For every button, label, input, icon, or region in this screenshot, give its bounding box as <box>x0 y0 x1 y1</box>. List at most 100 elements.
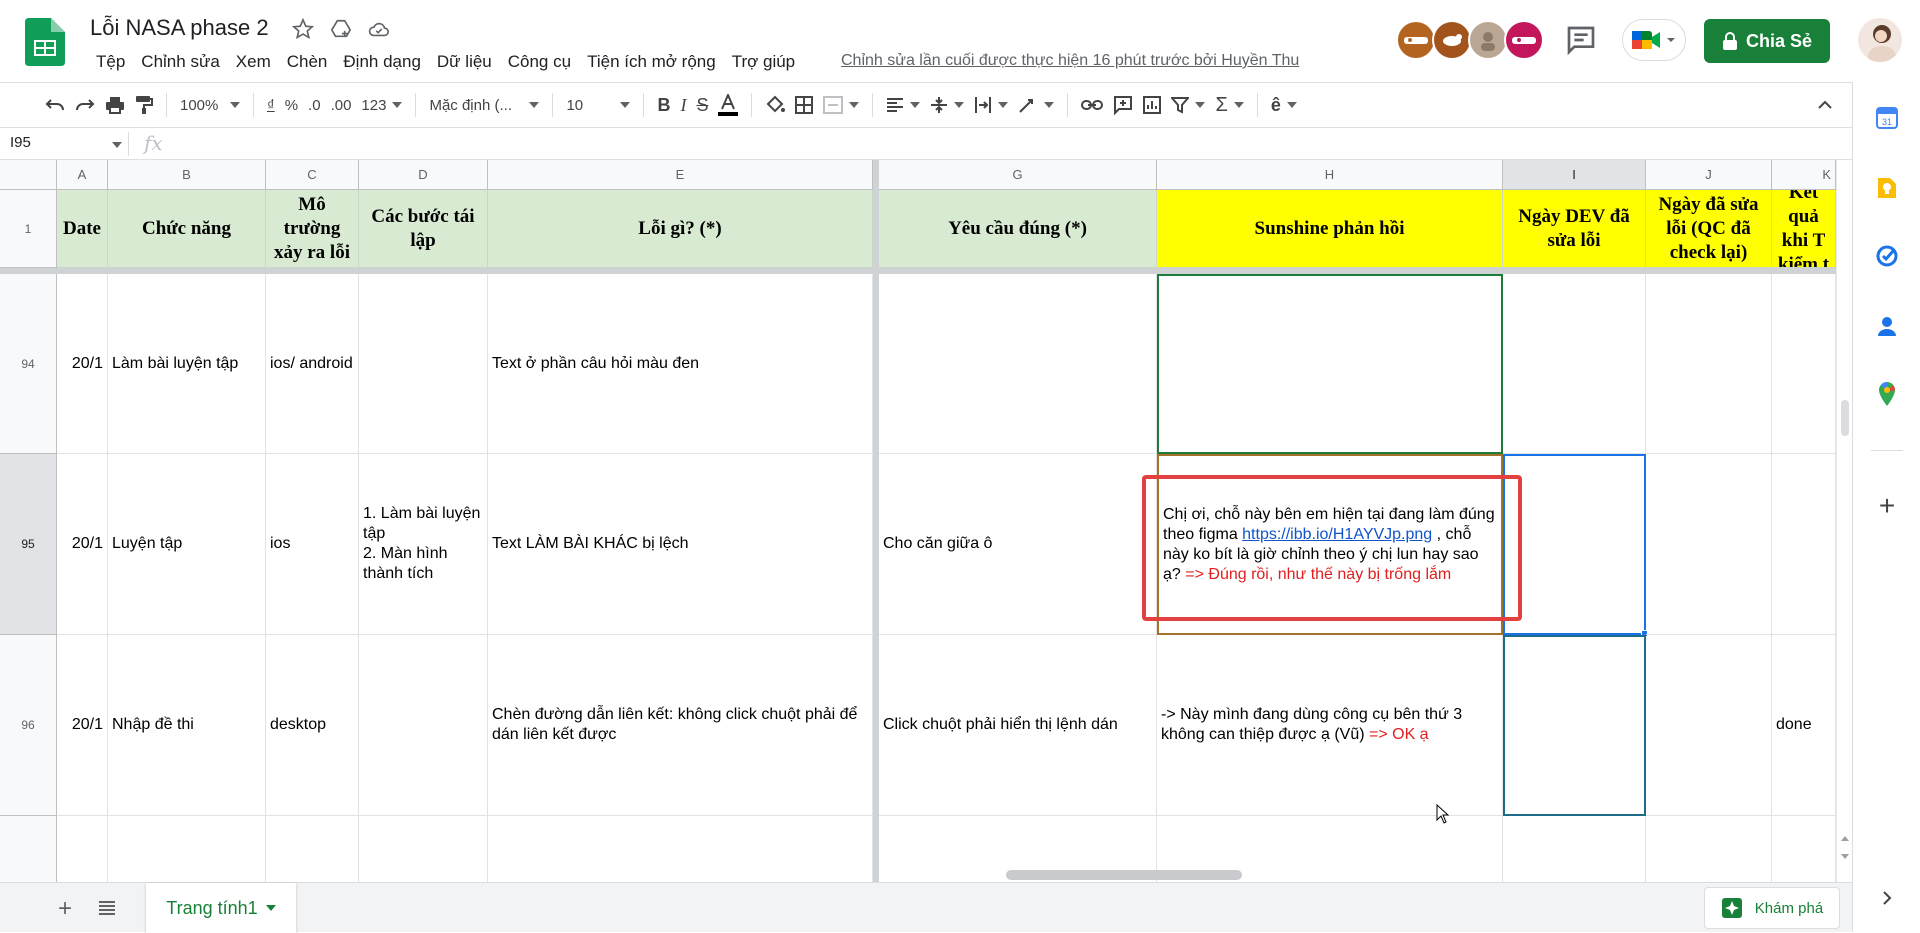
cell-b94[interactable]: Làm bài luyện tập <box>108 274 266 454</box>
insert-link-icon[interactable] <box>1076 89 1108 121</box>
cell-b97[interactable] <box>108 816 266 882</box>
header-feature[interactable]: Chức năng <box>108 190 266 268</box>
scroll-up-arrow[interactable] <box>1841 832 1849 841</box>
chevron-down-icon[interactable] <box>112 142 122 153</box>
cell-g96[interactable]: Click chuột phải hiển thị lệnh dán <box>879 635 1157 816</box>
italic-icon[interactable]: I <box>675 89 691 121</box>
horizontal-scroll-thumb[interactable] <box>1006 870 1242 880</box>
cell-k97[interactable] <box>1772 816 1836 882</box>
avatar[interactable] <box>1468 20 1508 60</box>
column-header-h[interactable]: H <box>1157 160 1503 190</box>
vertical-scroll-thumb[interactable] <box>1841 400 1849 436</box>
column-header-d[interactable]: D <box>359 160 488 190</box>
avatar[interactable] <box>1504 20 1544 60</box>
cell-a97[interactable] <box>57 816 108 882</box>
borders-icon[interactable] <box>790 89 818 121</box>
row-header-97[interactable] <box>0 816 57 882</box>
cell-k94[interactable] <box>1772 274 1836 454</box>
row-header-1[interactable]: 1 <box>0 190 57 268</box>
menu-format[interactable]: Định dạng <box>335 50 429 74</box>
share-button[interactable]: Chia Sẻ <box>1704 19 1830 63</box>
cell-j94[interactable] <box>1646 274 1772 454</box>
header-bug[interactable]: Lỗi gì? (*) <box>488 190 873 268</box>
header-environment[interactable]: Mô trường xảy ra lỗi <box>266 190 359 268</box>
filter-icon[interactable] <box>1166 89 1210 121</box>
column-header-g[interactable]: G <box>879 160 1157 190</box>
cell-d96[interactable] <box>359 635 488 816</box>
all-sheets-icon[interactable] <box>98 900 116 916</box>
cell-a95[interactable]: 20/1 <box>57 454 108 635</box>
cell-c97[interactable] <box>266 816 359 882</box>
insert-chart-icon[interactable] <box>1138 89 1166 121</box>
cell-g95[interactable]: Cho căn giữa ô <box>879 454 1157 635</box>
name-box[interactable]: I95 <box>10 134 31 151</box>
decrease-decimal-button[interactable]: .0 <box>303 89 326 121</box>
paint-format-icon[interactable] <box>130 89 158 121</box>
document-title[interactable]: Lỗi NASA phase 2 <box>90 15 269 41</box>
cell-d94[interactable] <box>359 274 488 454</box>
column-header-b[interactable]: B <box>108 160 266 190</box>
cell-i96[interactable] <box>1503 635 1646 816</box>
redo-icon[interactable] <box>70 89 100 121</box>
font-select[interactable]: Mặc định (... <box>424 89 544 121</box>
header-qc-checked-date[interactable]: Ngày đã sửa lỗi (QC đã check lại) <box>1646 190 1772 268</box>
column-header-i[interactable]: I <box>1503 160 1646 190</box>
increase-decimal-button[interactable]: .00 <box>326 89 357 121</box>
keep-icon[interactable] <box>1873 174 1901 202</box>
cloud-status-icon[interactable] <box>366 16 392 42</box>
text-color-icon[interactable] <box>713 89 743 121</box>
add-addon-icon[interactable]: + <box>1873 490 1901 521</box>
cell-h96[interactable]: -> Này mình đang dùng công cụ bên thứ 3 … <box>1157 635 1503 816</box>
sheet-tab[interactable]: Trang tính1 <box>146 883 296 933</box>
contacts-icon[interactable] <box>1873 312 1901 340</box>
header-steps[interactable]: Các bước tái lập <box>359 190 488 268</box>
menu-tools[interactable]: Công cụ <box>500 50 579 74</box>
vertical-scrollbar[interactable] <box>1836 160 1852 882</box>
row-header-94[interactable]: 94 <box>0 274 57 454</box>
cell-b95[interactable]: Luyện tập <box>108 454 266 635</box>
cell-a96[interactable]: 20/1 <box>57 635 108 816</box>
meet-button[interactable] <box>1622 19 1686 61</box>
tasks-icon[interactable] <box>1873 242 1901 270</box>
menu-help[interactable]: Trợ giúp <box>724 50 803 74</box>
spreadsheet-grid[interactable]: A B C D E G H I J K 1 Date Chức năng Mô … <box>0 160 1836 882</box>
cell-i94[interactable] <box>1503 274 1646 454</box>
cell-e97[interactable] <box>488 816 873 882</box>
column-header-e[interactable]: E <box>488 160 873 190</box>
cell-c95[interactable]: ios <box>266 454 359 635</box>
avatar[interactable] <box>1432 20 1472 60</box>
cell-e96[interactable]: Chèn đường dẫn liên kết: không click chu… <box>488 635 873 816</box>
cell-i97[interactable] <box>1503 816 1646 882</box>
menu-view[interactable]: Xem <box>228 50 279 74</box>
more-formats-select[interactable]: 123 <box>356 89 407 121</box>
cell-j97[interactable] <box>1646 816 1772 882</box>
cell-e95[interactable]: Text LÀM BÀI KHÁC bị lệch <box>488 454 873 635</box>
cell-b96[interactable]: Nhập đề thi <box>108 635 266 816</box>
fill-color-icon[interactable] <box>760 89 790 121</box>
row-header-95[interactable]: 95 <box>0 454 57 635</box>
select-all-corner[interactable] <box>0 160 57 190</box>
frozen-column-divider[interactable] <box>873 160 879 882</box>
move-to-drive-icon[interactable] <box>328 16 354 42</box>
vertical-align-icon[interactable] <box>925 89 969 121</box>
cell-k95[interactable] <box>1772 454 1836 635</box>
comments-icon[interactable] <box>1565 24 1597 56</box>
input-tools-icon[interactable]: ê <box>1266 89 1302 121</box>
sheets-logo-icon[interactable] <box>25 18 65 66</box>
strikethrough-icon[interactable]: S <box>691 89 713 121</box>
menu-extensions[interactable]: Tiện ích mở rộng <box>579 50 724 74</box>
header-date[interactable]: Date <box>57 190 108 268</box>
undo-icon[interactable] <box>40 89 70 121</box>
row-header-96[interactable]: 96 <box>0 635 57 816</box>
bold-icon[interactable]: B <box>652 89 675 121</box>
column-header-a[interactable]: A <box>57 160 108 190</box>
cell-d97[interactable] <box>359 816 488 882</box>
header-sunshine-feedback[interactable]: Sunshine phản hồi <box>1157 190 1503 268</box>
print-icon[interactable] <box>100 89 130 121</box>
add-sheet-icon[interactable]: + <box>58 895 72 923</box>
last-edit-link[interactable]: Chỉnh sửa lần cuối được thực hiện 16 phú… <box>841 52 1299 70</box>
header-result[interactable]: Kết quả khi T kiểm t <box>1772 190 1836 268</box>
cell-k96[interactable]: done <box>1772 635 1836 816</box>
cell-j95[interactable] <box>1646 454 1772 635</box>
menu-data[interactable]: Dữ liệu <box>429 50 500 74</box>
